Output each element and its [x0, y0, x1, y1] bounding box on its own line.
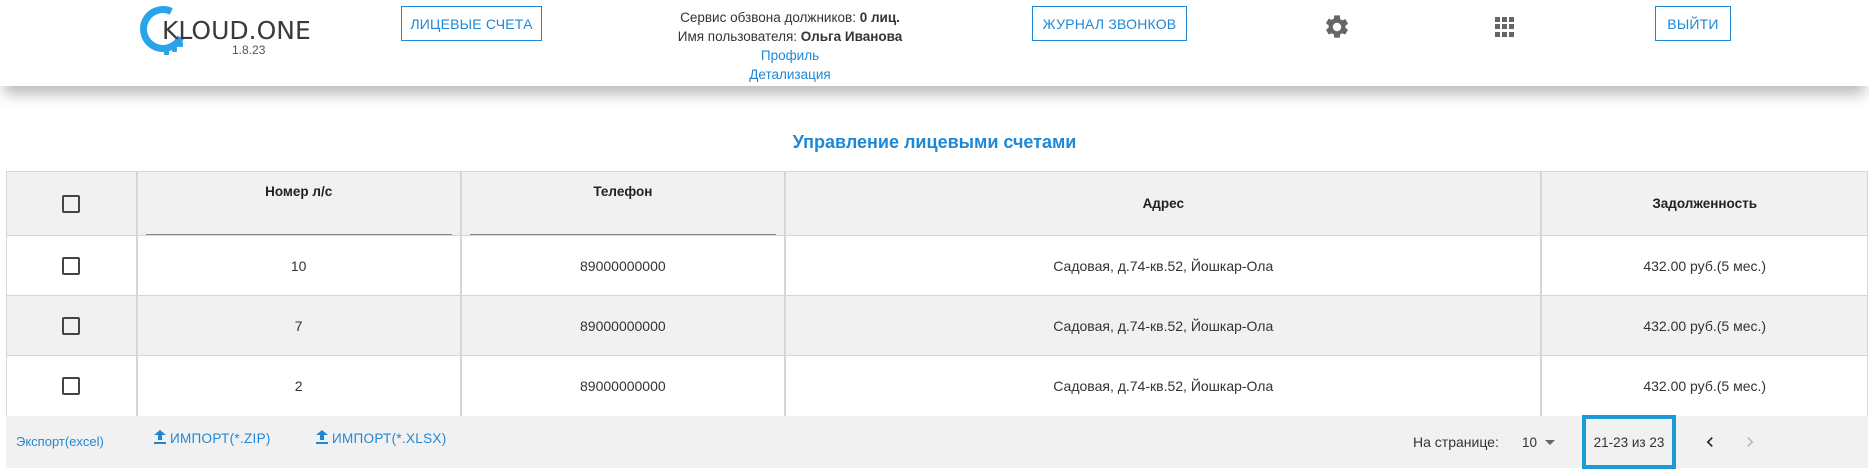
profile-link[interactable]: Профиль — [640, 46, 940, 65]
account-number: 2 — [138, 356, 462, 416]
debt: 432.00 руб.(5 мес.) — [1643, 257, 1767, 274]
column-debt: Задолженность — [1652, 196, 1758, 211]
column-phone: Телефон — [462, 172, 787, 235]
user-name-line: Имя пользователя: Ольга Иванова — [677, 29, 903, 44]
accounts-table: Номер л/с Телефон Адрес Задолженность 10… — [6, 171, 1868, 417]
column-number: Номер л/с — [138, 172, 462, 235]
select-all-cell — [7, 172, 138, 235]
phone: 89000000000 — [462, 296, 787, 355]
logo-text: KLOUD.ONE — [162, 16, 311, 45]
row-checkbox[interactable] — [62, 256, 81, 275]
chevron-down-icon — [1545, 440, 1556, 445]
accounts-button[interactable]: ЛИЦЕВЫЕ СЧЕТА — [401, 6, 542, 41]
account-number: 7 — [138, 296, 462, 355]
pagination-range: 21-23 из 23 — [1582, 415, 1676, 469]
import-zip-button[interactable]: ИМПОРТ(*.ZIP) — [154, 430, 271, 446]
logo-dot — [172, 47, 177, 52]
upload-icon — [316, 430, 328, 446]
export-excel-link[interactable]: Экспорт(excel) — [16, 434, 104, 449]
service-status: Сервис обзвона должников: 0 лиц. — [680, 10, 900, 25]
select-all-checkbox[interactable] — [62, 194, 81, 213]
table-header-row: Номер л/с Телефон Адрес Задолженность — [7, 172, 1867, 236]
row-select-cell — [7, 236, 138, 295]
import-xlsx-label: ИМПОРТ(*.XLSX) — [332, 430, 447, 446]
table-row[interactable]: 7 89000000000 Садовая, д.74-кв.52, Йошка… — [7, 296, 1867, 356]
apps-grid-icon[interactable] — [1495, 17, 1515, 37]
phone-filter-input[interactable] — [469, 216, 777, 235]
column-header: Телефон — [593, 184, 653, 199]
gear-icon[interactable] — [1323, 13, 1351, 41]
logo-dot — [164, 50, 169, 55]
address: Садовая, д.74-кв.52, Йошкар-Ола — [786, 296, 1543, 355]
account-number: 10 — [138, 236, 462, 295]
chevron-right-icon[interactable] — [1740, 432, 1760, 452]
table-row[interactable]: 10 89000000000 Садовая, д.74-кв.52, Йошк… — [7, 236, 1867, 296]
debt: 432.00 руб.(5 мес.) — [1643, 317, 1767, 334]
phone: 89000000000 — [462, 356, 787, 416]
logout-button[interactable]: ВЫЙТИ — [1655, 6, 1731, 41]
import-zip-label: ИМПОРТ(*.ZIP) — [170, 430, 271, 446]
import-xlsx-button[interactable]: ИМПОРТ(*.XLSX) — [316, 430, 447, 446]
chevron-left-icon[interactable] — [1700, 432, 1720, 452]
address: Садовая, д.74-кв.52, Йошкар-Ола — [786, 356, 1543, 416]
column-header: Номер л/с — [265, 184, 333, 199]
rows-per-page-select[interactable]: 10 — [1522, 435, 1556, 450]
details-link[interactable]: Детализация — [640, 65, 940, 84]
debt: 432.00 руб.(5 мес.) — [1643, 378, 1767, 394]
row-select-cell — [7, 296, 138, 355]
rows-per-page-value: 10 — [1522, 435, 1538, 450]
phone: 89000000000 — [462, 236, 787, 295]
app-version: 1.8.23 — [232, 43, 266, 57]
page-title: Управление лицевыми счетами — [792, 132, 1077, 152]
upload-icon — [154, 430, 166, 446]
kloud-one-logo[interactable]: KLOUD.ONE 1.8.23 — [133, 0, 311, 59]
row-checkbox[interactable] — [62, 316, 81, 335]
rows-per-page-label: На странице: — [1413, 434, 1499, 450]
row-select-cell — [7, 356, 138, 416]
address: Садовая, д.74-кв.52, Йошкар-Ола — [786, 236, 1543, 295]
top-header: KLOUD.ONE 1.8.23 ЛИЦЕВЫЕ СЧЕТА Сервис об… — [0, 0, 1869, 86]
user-info: Сервис обзвона должников: 0 лиц. Имя пол… — [640, 8, 940, 84]
number-filter-input[interactable] — [145, 216, 452, 235]
table-row[interactable]: 2 89000000000 Садовая, д.74-кв.52, Йошка… — [7, 356, 1867, 416]
column-address: Адрес — [786, 172, 1543, 235]
table-footer: Экспорт(excel) ИМПОРТ(*.ZIP) ИМПОРТ(*.XL… — [6, 415, 1868, 469]
row-checkbox[interactable] — [62, 377, 81, 395]
call-log-button[interactable]: ЖУРНАЛ ЗВОНКОВ — [1032, 6, 1187, 41]
